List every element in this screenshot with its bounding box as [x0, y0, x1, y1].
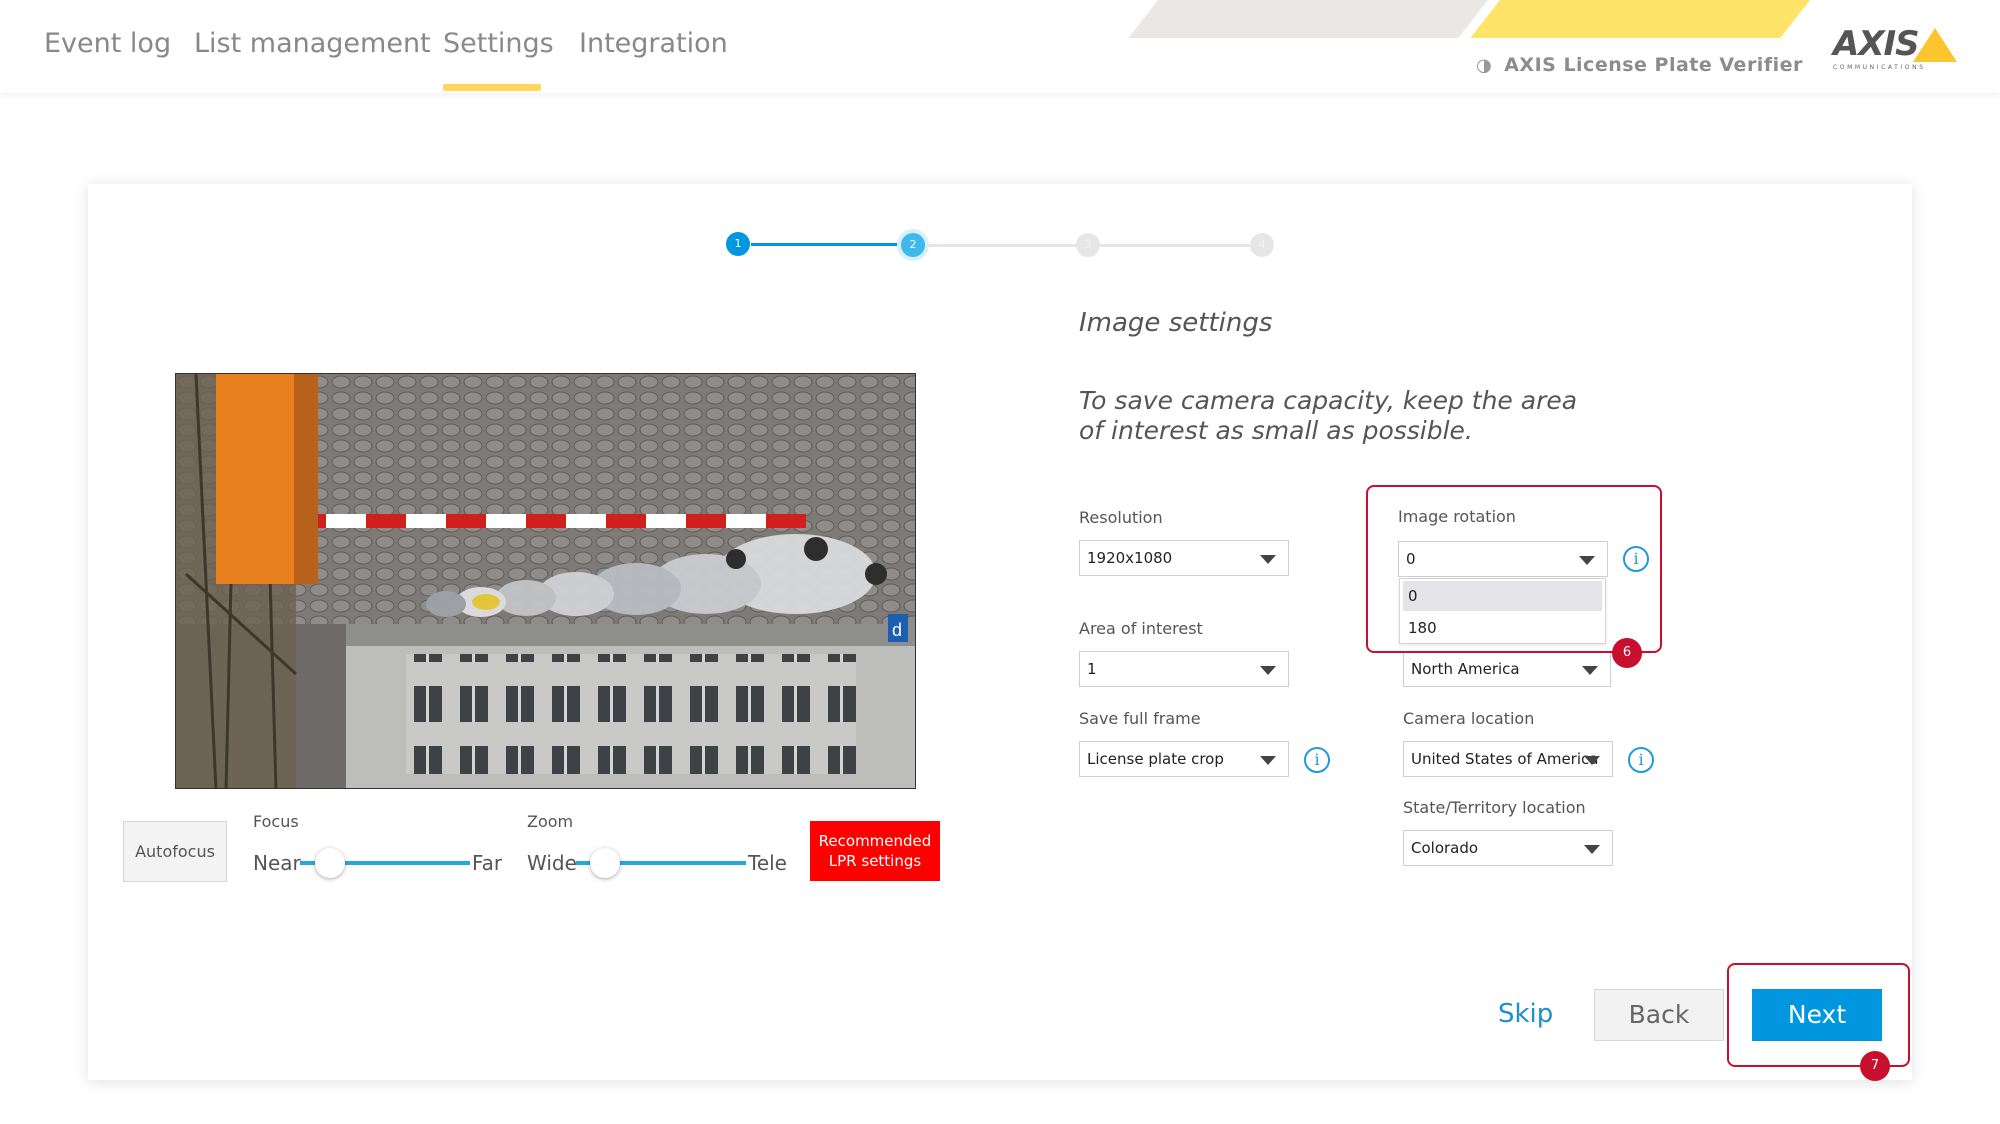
axis-logo: AXIS COMMUNICATIONS — [1833, 24, 1957, 71]
state-location-select[interactable]: Colorado — [1403, 830, 1613, 866]
axis-logo-word: AXIS — [1833, 24, 1920, 64]
camera-location-select[interactable]: United States of America — [1403, 741, 1613, 777]
camera-preview-image[interactable]: d — [175, 373, 916, 789]
info-icon[interactable]: i — [1304, 747, 1330, 773]
section-title: Image settings — [1079, 308, 1273, 338]
focus-min-label: Near — [253, 851, 301, 875]
zoom-label: Zoom — [527, 812, 574, 831]
axis-logo-triangle-icon — [1913, 28, 1957, 62]
tab-event-log[interactable]: Event log — [44, 28, 171, 59]
tab-integration[interactable]: Integration — [579, 28, 728, 59]
stepper-line-done — [751, 243, 901, 246]
zoom-max-label: Tele — [748, 851, 787, 875]
camera-location-label: Camera location — [1403, 709, 1535, 728]
active-tab-indicator — [443, 84, 541, 91]
stepper-line-pending-1 — [927, 244, 1077, 247]
top-header: Event log List management Settings Integ… — [0, 0, 2000, 93]
chevron-down-icon — [1584, 756, 1600, 765]
app-name-text: AXIS License Plate Verifier — [1504, 54, 1803, 76]
step-4: 4 — [1250, 233, 1274, 257]
state-location-label: State/Territory location — [1403, 798, 1586, 817]
resolution-select[interactable]: 1920x1080 — [1079, 540, 1289, 576]
focus-label: Focus — [253, 812, 299, 831]
section-hint: To save camera capacity, keep the area o… — [1079, 386, 1578, 445]
tab-list-management[interactable]: List management — [194, 28, 431, 59]
resolution-value: 1920x1080 — [1087, 549, 1173, 567]
autofocus-button[interactable]: Autofocus — [123, 821, 227, 882]
app-name: ◑ AXIS License Plate Verifier — [1476, 54, 1803, 76]
chevron-down-icon — [1260, 756, 1276, 765]
axis-logo-subtitle: COMMUNICATIONS — [1833, 64, 1926, 71]
chevron-down-icon — [1260, 555, 1276, 564]
region-select[interactable]: North America — [1403, 651, 1611, 687]
zoom-min-label: Wide — [527, 851, 577, 875]
zoom-slider-thumb[interactable] — [590, 848, 620, 878]
step-marker-7: 7 — [1860, 1051, 1890, 1081]
chevron-down-icon — [1582, 666, 1598, 675]
save-full-frame-label: Save full frame — [1079, 709, 1201, 728]
resolution-label: Resolution — [1079, 508, 1163, 527]
focus-slider-thumb[interactable] — [315, 848, 345, 878]
info-icon[interactable]: i — [1628, 747, 1654, 773]
area-of-interest-label: Area of interest — [1079, 619, 1203, 638]
step-3: 3 — [1076, 233, 1100, 257]
svg-text:d: d — [892, 620, 902, 640]
region-value: North America — [1411, 660, 1520, 678]
highlight-image-rotation — [1366, 485, 1662, 653]
focus-max-label: Far — [472, 851, 503, 875]
save-full-frame-select[interactable]: License plate crop — [1079, 741, 1289, 777]
decorative-stripe-yellow — [1470, 0, 1810, 38]
state-location-value: Colorado — [1411, 839, 1479, 857]
decorative-stripe-gray — [1128, 0, 1488, 38]
area-of-interest-value: 1 — [1087, 660, 1097, 678]
camera-location-value: United States of America — [1411, 750, 1599, 768]
chevron-down-icon — [1584, 845, 1600, 854]
stepper-line-pending-2 — [1100, 244, 1250, 247]
app-drop-icon: ◑ — [1476, 55, 1493, 76]
back-button[interactable]: Back — [1594, 989, 1724, 1041]
area-of-interest-select[interactable]: 1 — [1079, 651, 1289, 687]
chevron-down-icon — [1260, 666, 1276, 675]
step-2-current: 2 — [897, 229, 929, 261]
tab-settings[interactable]: Settings — [443, 28, 554, 59]
skip-button[interactable]: Skip — [1498, 999, 1553, 1029]
camera-scene-graphic: d — [176, 374, 915, 788]
recommended-lpr-settings-button[interactable]: Recommended LPR settings — [810, 821, 940, 881]
step-marker-6: 6 — [1612, 638, 1642, 668]
save-full-frame-value: License plate crop — [1087, 750, 1224, 768]
step-1: 1 — [726, 232, 750, 256]
next-button[interactable]: Next — [1752, 989, 1882, 1041]
